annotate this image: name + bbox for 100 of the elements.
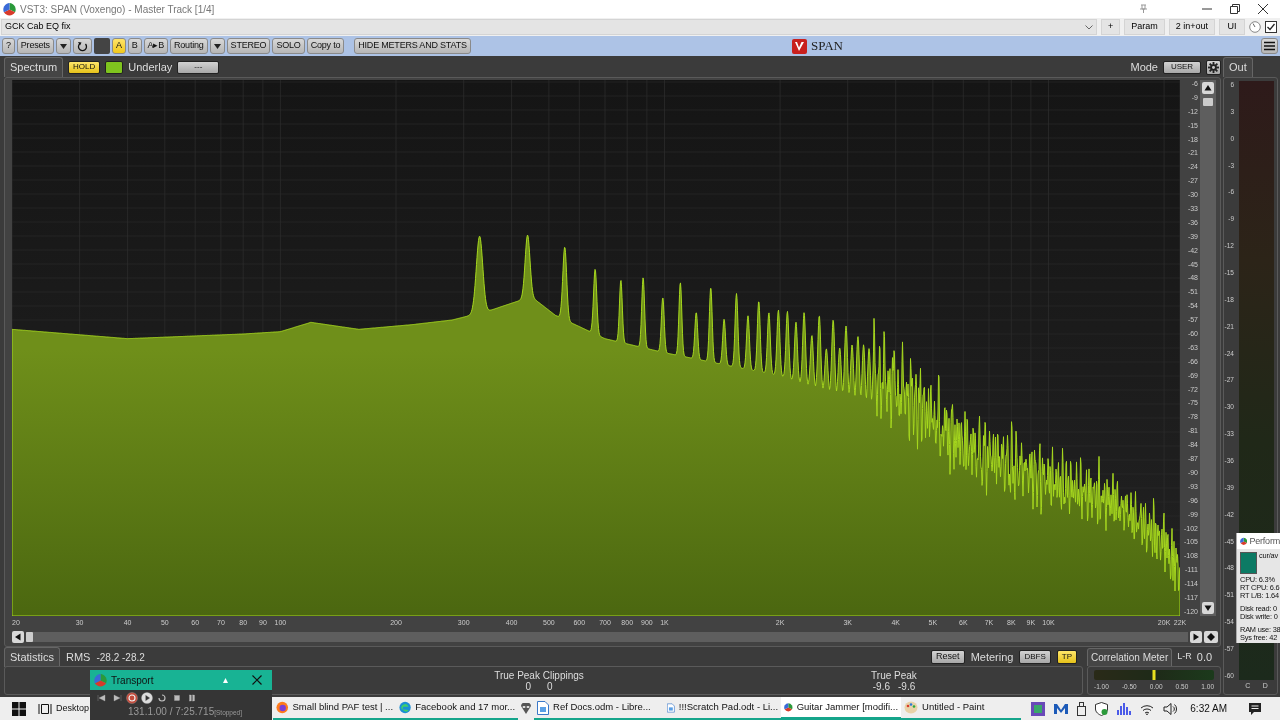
panel-tab[interactable]: Statistics (4, 647, 60, 667)
zoom-reset-button[interactable] (1204, 631, 1218, 643)
dropdown-button[interactable] (55, 38, 71, 54)
preset-slot-tab[interactable]: B (127, 38, 142, 54)
dropdown-button[interactable] (209, 38, 225, 54)
app-icon (276, 701, 289, 714)
pin-icon[interactable] (1139, 4, 1148, 14)
mode-label: L-R (1177, 650, 1192, 664)
toolbar-button[interactable]: + (1100, 19, 1121, 35)
toolbar-button[interactable]: Routing (169, 38, 208, 54)
scroll-right-button[interactable] (1190, 631, 1202, 643)
app-name: SPAN (810, 37, 843, 56)
scroll-up-button[interactable] (1202, 82, 1214, 94)
usb-drive-icon[interactable] (1077, 701, 1087, 716)
checkbox[interactable] (1265, 21, 1277, 33)
start-icon[interactable] (12, 701, 26, 716)
equalizer-icon[interactable] (1117, 702, 1132, 715)
close-icon[interactable] (252, 675, 262, 685)
reset-button[interactable]: Reset (931, 650, 965, 664)
caret-icon (59, 43, 67, 49)
preset-slot-tab[interactable]: A (111, 38, 126, 54)
toolbar-button[interactable]: ? (2, 38, 15, 54)
scroll-thumb[interactable] (26, 632, 33, 642)
panel-tab[interactable]: Out (1223, 57, 1253, 77)
settings-icon (1208, 61, 1219, 73)
toggle-button[interactable] (105, 60, 124, 74)
stat-value: 0 (525, 681, 531, 692)
app-icon (904, 701, 919, 714)
menu-icon (1264, 41, 1275, 51)
scroll-down-button[interactable] (1202, 602, 1214, 614)
tray-app-icon[interactable] (1054, 703, 1069, 714)
panel-tab[interactable]: Spectrum (4, 57, 64, 77)
taskbar-item[interactable]: Guitar Jammer [modifi... (781, 697, 902, 720)
desktop-label[interactable]: Desktop (56, 701, 90, 716)
rms-value: -28.2 -28.2 (96, 650, 145, 665)
app-icon (784, 700, 793, 714)
app-icon (399, 701, 412, 714)
undo-button[interactable] (72, 38, 92, 54)
notification-icon[interactable] (1248, 701, 1262, 716)
toolbar-button[interactable]: UI (1219, 19, 1245, 35)
app-icon (537, 700, 550, 715)
toolbar-button[interactable]: 2 in+out (1168, 19, 1215, 35)
app-icon (667, 700, 675, 715)
dock-icon[interactable] (223, 677, 228, 683)
volume-icon[interactable] (1163, 702, 1178, 715)
toolbar-button[interactable]: Param (1124, 19, 1165, 35)
correlation-value: 0.0 (1196, 649, 1213, 665)
taskbar-item[interactable]: Facebook and 17 mor... (396, 697, 519, 720)
chevron-down-icon (1084, 24, 1093, 30)
panel-tab[interactable]: Correlation Meter (1087, 648, 1173, 666)
tray-app-icon[interactable] (1031, 701, 1046, 716)
rms-label: RMS (66, 649, 91, 665)
toolbar-button[interactable]: SOLO (272, 38, 305, 54)
shield-icon[interactable] (1095, 701, 1109, 716)
record-button[interactable] (126, 692, 138, 704)
clock-time[interactable]: 6:32 AM (1190, 701, 1227, 716)
mode-button[interactable]: USER (1163, 60, 1201, 74)
taskbar-item[interactable]: Small blind PAF test | ... (273, 697, 397, 720)
pinned-app-icon[interactable] (520, 702, 533, 715)
wifi-icon[interactable] (1140, 702, 1155, 715)
underlay-label: Underlay (128, 59, 173, 75)
close-icon[interactable] (1258, 4, 1268, 14)
toolbar-button[interactable]: Copy to (306, 38, 345, 54)
stop-icon[interactable] (171, 692, 183, 704)
caret-icon (213, 43, 221, 49)
loop-icon[interactable] (156, 692, 168, 704)
stat-value: 0 (547, 681, 553, 692)
underlay-dropdown[interactable]: --- (177, 60, 220, 74)
undo-icon (76, 40, 88, 52)
stat-label: True Peak Clippings (494, 670, 584, 681)
skip-back-icon[interactable] (96, 692, 108, 704)
toolbar-button[interactable]: STEREO (226, 38, 271, 54)
color-swatch[interactable] (93, 38, 110, 54)
taskbar-item[interactable]: Untitled - Paint (901, 697, 1022, 720)
play-button[interactable] (141, 692, 153, 704)
scroll-left-button[interactable] (12, 631, 24, 643)
hold-button[interactable]: HOLD (68, 60, 101, 74)
toolbar-button[interactable]: Presets (16, 38, 54, 54)
menu-button[interactable] (1261, 38, 1278, 54)
restore-icon[interactable] (1230, 4, 1240, 14)
window-title: Perform (1249, 537, 1280, 545)
metering-button[interactable]: DBFS (1019, 650, 1051, 664)
stat-value: -9.6 (872, 681, 890, 692)
task-view-icon[interactable] (38, 701, 52, 716)
meter-graph (1240, 552, 1258, 574)
stat-label: True Peak (871, 670, 917, 681)
true-peak-toggle[interactable]: TP (1056, 650, 1077, 664)
pause-icon[interactable] (186, 692, 198, 704)
toolbar-button[interactable]: A▸B (143, 38, 168, 54)
window-title: VST3: SPAN (Voxengo) - Master Track [1/4] (20, 2, 215, 17)
skip-forward-icon[interactable] (111, 692, 123, 704)
settings-button[interactable] (1206, 59, 1221, 75)
app-logo-icon (3, 2, 16, 16)
taskbar-item[interactable]: Ref Docs.odm - Libre... (534, 697, 665, 720)
app-logo-icon (94, 673, 107, 687)
toolbar-button[interactable]: HIDE METERS AND STATS (354, 38, 471, 54)
scroll-thumb[interactable] (1203, 98, 1213, 106)
stat-value: -9.6 (898, 681, 916, 692)
knob-icon[interactable] (1249, 21, 1261, 33)
preset-field[interactable]: GCK Cab EQ fix (1, 19, 1097, 35)
